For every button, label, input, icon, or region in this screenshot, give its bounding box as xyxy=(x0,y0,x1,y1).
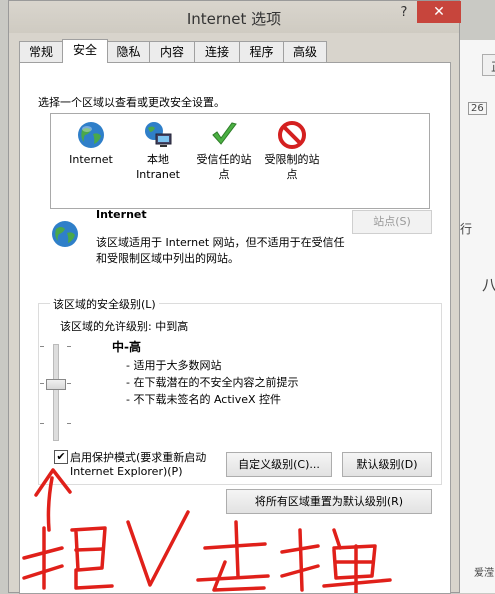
handwritten-annotation xyxy=(22,468,392,593)
arrow-shaft xyxy=(46,476,54,532)
arrow-head xyxy=(34,468,72,497)
tab-security[interactable]: 安全 xyxy=(62,39,108,63)
